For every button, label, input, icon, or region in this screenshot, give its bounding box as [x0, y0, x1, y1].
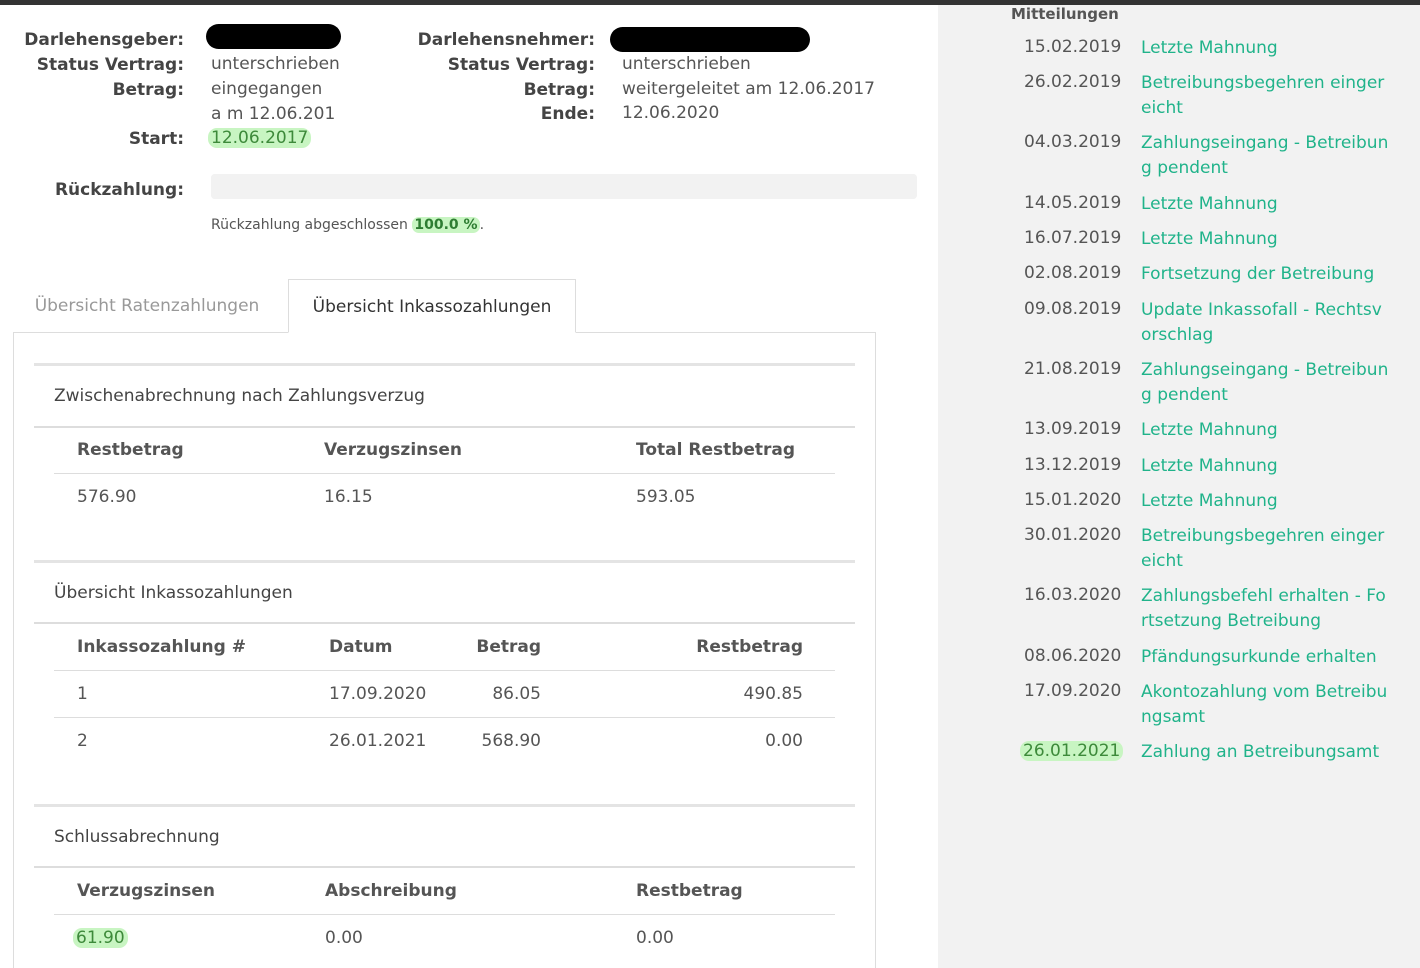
- final-restbetrag-value: 0.00: [636, 928, 674, 948]
- message-date: 09.08.2019: [1024, 299, 1122, 319]
- table-row-2-rest: 0.00: [765, 731, 803, 751]
- divider: [54, 670, 835, 671]
- repayment-progress-bar: [211, 174, 917, 199]
- final-verzugszinsen-value: 61.90: [73, 928, 128, 948]
- interim-header-verzugszinsen: Verzugszinsen: [324, 440, 463, 460]
- message-link[interactable]: Letzte Mahnung: [1141, 454, 1391, 479]
- final-section-title: Schlussabrechnung: [54, 827, 220, 847]
- interim-header-total: Total Restbetrag: [636, 440, 796, 460]
- table-row-1-date: 17.09.2020: [329, 684, 427, 704]
- message-date: 26.02.2019: [1024, 72, 1122, 92]
- tab-ratenzahlungen[interactable]: Übersicht Ratenzahlungen: [14, 279, 280, 333]
- message-date: 16.03.2020: [1024, 585, 1122, 605]
- table-row-2-amount: 568.90: [481, 731, 541, 751]
- start-date-value: 12.06.2017: [208, 128, 312, 148]
- redacted-borrower-name: [610, 27, 810, 52]
- message-link[interactable]: Zahlung an Betreibungsamt: [1141, 740, 1391, 765]
- message-date: 13.12.2019: [1024, 455, 1122, 475]
- divider: [34, 622, 855, 624]
- message-link[interactable]: Update Inkassofall - Rechtsvorschlag: [1141, 298, 1391, 348]
- section-divider: [34, 560, 855, 563]
- message-link[interactable]: Letzte Mahnung: [1141, 489, 1391, 514]
- message-link[interactable]: Zahlungseingang - Betreibung pendent: [1141, 131, 1391, 181]
- table-row-2-date: 26.01.2021: [329, 731, 427, 751]
- message-date: 15.01.2020: [1024, 490, 1122, 510]
- message-link[interactable]: Letzte Mahnung: [1141, 418, 1391, 443]
- interim-header-restbetrag: Restbetrag: [77, 440, 184, 460]
- divider: [34, 426, 855, 428]
- repayment-status-text: Rückzahlung abgeschlossen 100.0 %.: [211, 217, 484, 233]
- message-date: 02.08.2019: [1024, 263, 1122, 283]
- final-abschreibung-value: 0.00: [325, 928, 363, 948]
- message-date: 13.09.2019: [1024, 419, 1122, 439]
- borrower-status-label: Status Vertrag:: [447, 55, 595, 75]
- collections-header-date: Datum: [329, 637, 393, 657]
- borrower-amount-value: weitergeleitet am 12.06.2017: [622, 79, 875, 99]
- message-date: 21.08.2019: [1024, 359, 1122, 379]
- interim-verzugszinsen-value: 16.15: [324, 487, 373, 507]
- divider: [54, 473, 835, 474]
- divider: [34, 866, 855, 868]
- interim-section-title: Zwischenabrechnung nach Zahlungsverzug: [54, 386, 425, 406]
- message-date: 30.01.2020: [1024, 525, 1122, 545]
- borrower-status-value: unterschrieben: [622, 54, 751, 74]
- message-link[interactable]: Letzte Mahnung: [1141, 192, 1391, 217]
- message-date: 08.06.2020: [1024, 646, 1122, 666]
- collections-section-title: Übersicht Inkassozahlungen: [54, 583, 293, 603]
- borrower-amount-label: Betrag:: [523, 80, 595, 100]
- message-date: 26.01.2021: [1020, 741, 1124, 761]
- borrower-label: Darlehensnehmer:: [417, 30, 595, 50]
- lender-status-value: unterschrieben: [211, 54, 340, 74]
- message-date: 15.02.2019: [1024, 37, 1122, 57]
- lender-label: Darlehensgeber:: [24, 30, 184, 50]
- end-label: Ende:: [540, 104, 595, 124]
- collections-header-amount: Betrag: [476, 637, 541, 657]
- section-divider: [34, 804, 855, 807]
- message-date: 17.09.2020: [1024, 681, 1122, 701]
- final-header-abschreibung: Abschreibung: [325, 881, 457, 901]
- start-label: Start:: [128, 129, 184, 149]
- message-link[interactable]: Betreibungsbegehren eingereicht: [1141, 71, 1391, 121]
- tab-inkassozahlungen[interactable]: Übersicht Inkassozahlungen: [288, 279, 576, 333]
- amount-label: Betrag:: [112, 80, 184, 100]
- repayment-progress-fill: [211, 174, 917, 199]
- divider: [54, 717, 835, 718]
- message-link[interactable]: Zahlungseingang - Betreibung pendent: [1141, 358, 1391, 408]
- section-divider: [34, 363, 855, 366]
- table-row-1-rest: 490.85: [743, 684, 803, 704]
- message-link[interactable]: Letzte Mahnung: [1141, 227, 1391, 252]
- message-link[interactable]: Letzte Mahnung: [1141, 36, 1391, 61]
- table-row-2-number: 2: [77, 731, 88, 751]
- messages-title: Mitteilungen: [1011, 5, 1119, 23]
- message-link[interactable]: Betreibungsbegehren eingereicht: [1141, 524, 1391, 574]
- redacted-lender-name: [206, 24, 341, 49]
- divider: [54, 914, 835, 915]
- repayment-status-prefix: Rückzahlung abgeschlossen: [211, 217, 408, 233]
- end-date-value: 12.06.2020: [622, 103, 720, 123]
- message-date: 14.05.2019: [1024, 193, 1122, 213]
- message-link[interactable]: Fortsetzung der Betreibung: [1141, 262, 1391, 287]
- final-header-restbetrag: Restbetrag: [636, 881, 743, 901]
- message-date: 16.07.2019: [1024, 228, 1122, 248]
- final-header-verzugszinsen: Verzugszinsen: [77, 881, 216, 901]
- interim-total-value: 593.05: [636, 487, 696, 507]
- repayment-status-suffix: .: [479, 217, 485, 233]
- status-label: Status Vertrag:: [36, 55, 184, 75]
- repayment-label: Rückzahlung:: [54, 180, 184, 200]
- collections-header-rest: Restbetrag: [696, 637, 803, 657]
- collections-header-number: Inkassozahlung #: [77, 637, 246, 657]
- message-date-highlight: 26.01.2021: [1020, 741, 1124, 761]
- table-row-1-amount: 86.05: [492, 684, 541, 704]
- message-link[interactable]: Pfändungsurkunde erhalten: [1141, 645, 1391, 670]
- message-link[interactable]: Zahlungsbefehl erhalten - Fortsetzung Be…: [1141, 584, 1391, 634]
- interim-restbetrag-value: 576.90: [77, 487, 137, 507]
- table-row-1-number: 1: [77, 684, 88, 704]
- message-link[interactable]: Akontozahlung vom Betreibungsamt: [1141, 680, 1391, 730]
- message-date: 04.03.2019: [1024, 132, 1122, 152]
- repayment-percent-badge: 100.0 %: [412, 217, 480, 233]
